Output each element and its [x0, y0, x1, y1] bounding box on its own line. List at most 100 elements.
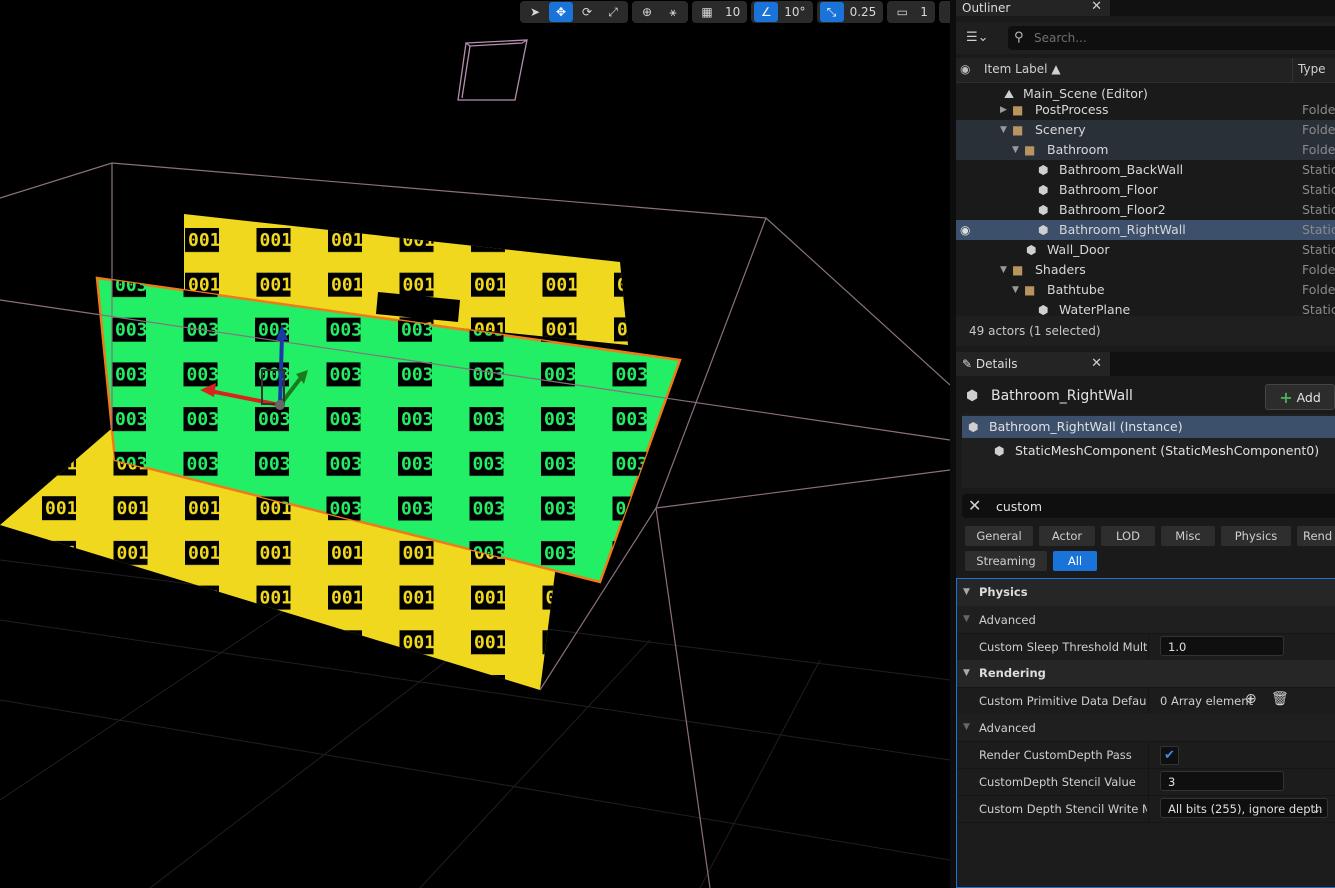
- tree-row-bathroom[interactable]: ▼ ■ Bathroom Folder: [956, 140, 1335, 160]
- render-custom-depth-checkbox[interactable]: ✔: [1160, 746, 1179, 765]
- prop-divider[interactable]: [1148, 741, 1149, 768]
- surface-snap-icon[interactable]: ⚹: [661, 2, 685, 22]
- details-tab-title: Details: [975, 357, 1018, 371]
- tree-row-wall-door[interactable]: ⬢ Wall_Door Static: [956, 240, 1335, 260]
- section-physics[interactable]: ▼ Physics: [957, 579, 1335, 607]
- static-mesh-icon: ⬢: [966, 388, 979, 404]
- search-placeholder: Search...: [1034, 31, 1087, 45]
- outliner-tab[interactable]: Outliner ✕: [956, 0, 1110, 16]
- column-type[interactable]: Type: [1298, 62, 1326, 76]
- rotation-snap-group: ∠ 10°: [751, 1, 813, 23]
- tree-row-postprocess[interactable]: ▶ ■ PostProcess Folder: [956, 100, 1335, 120]
- tree-row-shaders[interactable]: ▼ ■ Shaders Folder: [956, 260, 1335, 280]
- collapse-arrow-icon[interactable]: ▼: [1000, 120, 1007, 140]
- sleep-threshold-input[interactable]: 1.0: [1160, 636, 1284, 656]
- close-icon[interactable]: ✕: [1091, 0, 1102, 14]
- component-staticmesh-row[interactable]: ⬢ StaticMeshComponent (StaticMeshCompone…: [962, 440, 1335, 462]
- add-element-icon[interactable]: ⊕: [1245, 691, 1257, 707]
- stencil-value-input[interactable]: 3: [1160, 771, 1284, 791]
- collapse-arrow-icon[interactable]: ▼: [963, 587, 970, 597]
- collapse-arrow-icon[interactable]: ▼: [1012, 280, 1019, 300]
- world-space-icon[interactable]: ⊕: [635, 2, 659, 22]
- static-mesh-icon: ⬢: [1038, 223, 1049, 237]
- tree-row-waterplane[interactable]: ⬢ WaterPlane Static: [956, 300, 1335, 316]
- plus-icon: +: [1279, 387, 1293, 407]
- outliner-toolbar: ☰⌄ ⚲ Search...: [956, 22, 1335, 54]
- scale-snap-value[interactable]: 0.25: [846, 5, 881, 19]
- tree-row-label: PostProcess: [1035, 102, 1109, 117]
- category-physics[interactable]: Physics: [1221, 526, 1291, 546]
- collapse-arrow-icon[interactable]: ▼: [1000, 260, 1007, 280]
- section-title: Physics: [979, 585, 1028, 599]
- tree-row-bathroom-floor[interactable]: ⬢ Bathroom_Floor Static: [956, 180, 1335, 200]
- category-streaming[interactable]: Streaming: [965, 551, 1047, 571]
- details-search-input[interactable]: ✕ custom: [962, 494, 1335, 518]
- tree-row-label: WaterPlane: [1059, 302, 1131, 316]
- add-component-button[interactable]: + Add: [1265, 384, 1335, 410]
- stencil-write-mask-select[interactable]: All bits (255), ignore depth ⌄: [1160, 798, 1328, 818]
- visibility-icon[interactable]: ◉: [960, 220, 970, 240]
- prop-divider[interactable]: [1148, 795, 1149, 822]
- grid-snap-value[interactable]: 10: [721, 5, 744, 19]
- folder-open-icon: ■: [1012, 123, 1024, 137]
- outliner-tree: ⛰ Main_Scene (Editor) ▶ ■ PostProcess Fo…: [956, 84, 1335, 316]
- scale-mode-icon[interactable]: ⤢: [601, 2, 625, 22]
- folder-open-icon: ■: [1024, 283, 1036, 297]
- details-tab[interactable]: ✎ Details ✕: [956, 352, 1110, 376]
- close-icon[interactable]: ✕: [1091, 356, 1102, 371]
- collapse-arrow-icon[interactable]: ▼: [963, 668, 970, 678]
- angle-snap-value[interactable]: 10°: [780, 5, 809, 19]
- right-panels: Outliner ✕ ☰⌄ ⚲ Search... ◉ Item Label ▲…: [956, 0, 1335, 888]
- category-actor[interactable]: Actor: [1039, 526, 1095, 546]
- tree-row-scenery[interactable]: ▼ ■ Scenery Folder: [956, 120, 1335, 140]
- component-tree: ⬢ Bathroom_RightWall (Instance) ⬢ Static…: [962, 414, 1335, 488]
- rotate-mode-icon[interactable]: ⟳: [575, 2, 599, 22]
- category-lod[interactable]: LOD: [1101, 526, 1155, 546]
- translate-mode-icon[interactable]: ✥: [549, 2, 573, 22]
- collapse-arrow-icon[interactable]: ▼: [963, 722, 970, 732]
- tree-row-bathroom-floor2[interactable]: ⬢ Bathroom_Floor2 Static: [956, 200, 1335, 220]
- category-misc[interactable]: Misc: [1161, 526, 1215, 546]
- collapse-arrow-icon[interactable]: ▼: [963, 614, 970, 624]
- camera-speed-value[interactable]: 1: [916, 5, 932, 19]
- pencil-icon: ✎: [962, 357, 976, 371]
- tree-row-type: Folder: [1302, 282, 1335, 297]
- actor-name[interactable]: Bathroom_RightWall: [991, 388, 1133, 404]
- component-instance-row[interactable]: ⬢ Bathroom_RightWall (Instance): [962, 416, 1335, 438]
- expand-arrow-icon[interactable]: ▶: [1000, 100, 1007, 120]
- prop-divider[interactable]: [1148, 768, 1149, 795]
- select-mode-icon[interactable]: ➤: [523, 2, 547, 22]
- subsection-physics-advanced[interactable]: ▼ Advanced: [957, 606, 1335, 634]
- tree-row-bathroom-backwall[interactable]: ⬢ Bathroom_BackWall Static: [956, 160, 1335, 180]
- camera-icon[interactable]: ▭: [890, 2, 914, 22]
- clear-search-icon[interactable]: ✕: [968, 496, 981, 515]
- visibility-icon[interactable]: ◉: [960, 62, 970, 76]
- prop-custom-sleep-threshold: Custom Sleep Threshold Multip... 1.0: [957, 633, 1335, 661]
- outliner-search-input[interactable]: ⚲ Search...: [1008, 26, 1335, 50]
- subsection-rendering-advanced[interactable]: ▼ Advanced: [957, 714, 1335, 742]
- category-rendering[interactable]: Rend: [1297, 526, 1335, 546]
- section-rendering[interactable]: ▼ Rendering: [957, 660, 1335, 688]
- category-filter-row-1: General Actor LOD Misc Physics Rend: [965, 526, 1335, 546]
- viewport-scene[interactable]: 001 003: [0, 0, 950, 888]
- prop-divider[interactable]: [1148, 687, 1149, 714]
- level-viewport[interactable]: 001 003: [0, 0, 950, 888]
- category-general[interactable]: General: [965, 526, 1033, 546]
- column-item-label[interactable]: Item Label ▲: [984, 62, 1061, 76]
- viewport-layout-icon[interactable]: ⊞: [942, 2, 950, 22]
- trash-icon[interactable]: 🗑: [1271, 691, 1289, 707]
- tree-row-bathtube[interactable]: ▼ ■ Bathtube Folder: [956, 280, 1335, 300]
- scale-snap-icon[interactable]: ⤡: [819, 2, 844, 22]
- column-separator[interactable]: [1292, 58, 1293, 82]
- static-mesh-icon: ⬢: [1038, 163, 1049, 177]
- camera-bounds-cube: [457, 39, 528, 101]
- category-all[interactable]: All: [1053, 551, 1097, 571]
- filter-icon[interactable]: ☰⌄: [966, 30, 989, 45]
- prop-label: Custom Depth Stencil Write Ma...: [979, 802, 1147, 816]
- grid-snap-icon[interactable]: ▦: [695, 2, 719, 22]
- tree-row-label: Bathroom_Floor2: [1059, 202, 1166, 217]
- angle-snap-icon[interactable]: ∠: [754, 2, 779, 22]
- prop-divider[interactable]: [1148, 633, 1149, 660]
- tree-row-bathroom-rightwall[interactable]: ◉ ⬢ Bathroom_RightWall Static: [956, 220, 1335, 240]
- collapse-arrow-icon[interactable]: ▼: [1012, 140, 1019, 160]
